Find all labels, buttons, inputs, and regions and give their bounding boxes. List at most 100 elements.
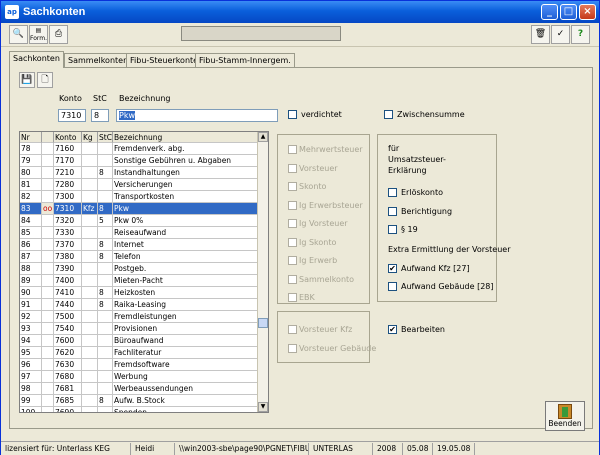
ust-option-label: Berichtigung — [401, 206, 453, 216]
table-cell — [98, 323, 113, 335]
new-document-icon[interactable]: 🗋 — [37, 72, 53, 88]
ust-option-checkbox[interactable] — [388, 188, 397, 197]
table-row[interactable]: 89 7400 Mieten-Pacht — [20, 275, 258, 287]
table-row[interactable]: 100 7690 Spenden — [20, 407, 258, 412]
table-cell — [82, 359, 98, 371]
table-cell — [98, 407, 113, 412]
scroll-down-icon[interactable]: ▼ — [258, 402, 268, 412]
save-icon[interactable]: 💾 — [19, 72, 35, 88]
scroll-up-icon[interactable]: ▲ — [258, 132, 268, 142]
table-row[interactable]: 91 7440 8 Raika-Leasing — [20, 299, 258, 311]
table-row[interactable]: 81 7280 Versicherungen — [20, 179, 258, 191]
stc-field[interactable]: 8 — [91, 109, 109, 122]
tax-option-label: Skonto — [299, 182, 327, 191]
bezeichnung-value: Pkw — [119, 111, 135, 120]
toolbar-info-field — [181, 26, 341, 41]
accounts-grid[interactable]: Nr Konto Kg StC Bezeichnung 78 7160 Fremde… — [19, 131, 269, 413]
ust-option-checkbox[interactable] — [388, 206, 397, 216]
konto-label: Konto — [59, 94, 82, 103]
table-row[interactable]: 98 7681 Werbeaussendungen — [20, 383, 258, 395]
zwischensumme-checkbox[interactable] — [384, 110, 393, 119]
table-cell — [82, 263, 98, 275]
table-row[interactable]: 87 7380 8 Telefon — [20, 251, 258, 263]
table-cell: 78 — [20, 143, 42, 155]
table-cell — [42, 239, 54, 251]
table-cell: 7410 — [54, 287, 82, 299]
table-row[interactable]: 84 7320 5 Pkw 0% — [20, 215, 258, 227]
tab-sammelkonten[interactable]: Sammelkonten — [64, 53, 133, 68]
table-cell: Versicherungen — [113, 179, 258, 191]
table-row[interactable]: 85 7330 Reiseaufwand — [20, 227, 258, 239]
table-row[interactable]: 92 7500 Fremdleistungen — [20, 311, 258, 323]
col-bezeichnung[interactable]: Bezeichnung — [113, 132, 258, 143]
minimize-button[interactable]: _ — [541, 4, 558, 20]
table-cell: 7380 — [54, 251, 82, 263]
table-row[interactable]: 99 7685 8 Aufw. B.Stock — [20, 395, 258, 407]
table-row[interactable]: 80 7210 8 Instandhaltungen — [20, 167, 258, 179]
bearbeiten-label: Bearbeiten — [401, 325, 445, 334]
table-cell: 8 — [98, 287, 113, 299]
table-cell — [98, 347, 113, 359]
table-cell — [82, 215, 98, 227]
table-cell: 8 — [98, 167, 113, 179]
table-row[interactable]: 93 7540 Provisionen — [20, 323, 258, 335]
form-button[interactable]: ▤ Form. — [29, 25, 48, 44]
col-nr[interactable]: Nr — [20, 132, 42, 143]
col-konto[interactable]: Konto — [54, 132, 82, 143]
table-cell — [82, 191, 98, 203]
table-cell: 7685 — [54, 395, 82, 407]
verdichtet-checkbox[interactable] — [288, 110, 297, 119]
table-row[interactable]: 83 oo 7310 Kfz 8 Pkw — [20, 203, 258, 215]
main-window: ap Sachkonten _ □ × 🔍 ▤ Form. ⎙ 🗑 ✓ ? Sac… — [0, 0, 600, 455]
trash-icon[interactable]: 🗑 — [531, 25, 550, 44]
beenden-button[interactable]: Beenden — [545, 401, 585, 431]
grid-scrollbar[interactable]: ▲ ▼ — [257, 132, 268, 412]
col-kg[interactable]: Kg — [82, 132, 98, 143]
table-row[interactable]: 79 7170 Sonstige Gebühren u. Abgaben — [20, 155, 258, 167]
col-stc[interactable]: StC — [98, 132, 113, 143]
check-icon[interactable]: ✓ — [551, 25, 570, 44]
scroll-thumb[interactable] — [258, 318, 268, 328]
bezeichnung-field[interactable]: Pkw — [116, 109, 278, 122]
col-marker[interactable] — [42, 132, 54, 143]
table-cell: Fachliteratur — [113, 347, 258, 359]
konto-field[interactable]: 7310 — [58, 109, 86, 122]
table-cell: Spenden — [113, 407, 258, 412]
table-row[interactable]: 78 7160 Fremdenverk. abg. — [20, 143, 258, 155]
title-bar: ap Sachkonten _ □ × — [1, 1, 599, 23]
status-period: 05.08 — [405, 443, 433, 455]
table-row[interactable]: 86 7370 8 Internet — [20, 239, 258, 251]
preview-icon[interactable]: 🔍 — [9, 25, 28, 44]
tab-sachkonten[interactable]: Sachkonten — [9, 51, 64, 68]
vorsteuer-checkbox[interactable] — [388, 282, 397, 291]
bearbeiten-checkbox[interactable]: ✔ — [388, 325, 397, 334]
table-row[interactable]: 82 7300 Transportkosten — [20, 191, 258, 203]
table-row[interactable]: 96 7630 Fremdsoftware — [20, 359, 258, 371]
table-cell — [98, 143, 113, 155]
help-icon[interactable]: ? — [571, 25, 590, 44]
status-bar: lizensiert für: Unterlass KEG Heidi \\wi… — [1, 441, 599, 455]
printer-icon[interactable]: ⎙ — [49, 25, 68, 44]
table-row[interactable]: 97 7680 Werbung — [20, 371, 258, 383]
table-cell — [42, 143, 54, 155]
ust-option-checkbox[interactable] — [388, 225, 397, 234]
close-button[interactable]: × — [579, 4, 596, 20]
table-cell — [98, 335, 113, 347]
maximize-button[interactable]: □ — [560, 4, 577, 20]
table-cell — [42, 335, 54, 347]
table-cell — [98, 227, 113, 239]
table-cell — [82, 371, 98, 383]
table-row[interactable]: 95 7620 Fachliteratur — [20, 347, 258, 359]
tab-fibu-stamm-innergem[interactable]: Fibu-Stamm-Innergem. — [195, 53, 295, 68]
vorsteuer-checkbox[interactable]: ✔ — [388, 264, 397, 273]
table-row[interactable]: 90 7410 8 Heizkosten — [20, 287, 258, 299]
table-cell: 7310 — [54, 203, 82, 215]
row-marker-icon: oo — [42, 203, 54, 215]
tax-option-checkbox — [288, 256, 297, 265]
table-row[interactable]: 94 7600 Büroaufwand — [20, 335, 258, 347]
table-cell — [42, 407, 54, 412]
table-cell: 7681 — [54, 383, 82, 395]
table-cell — [82, 383, 98, 395]
table-row[interactable]: 88 7390 Postgeb. — [20, 263, 258, 275]
table-cell: 82 — [20, 191, 42, 203]
